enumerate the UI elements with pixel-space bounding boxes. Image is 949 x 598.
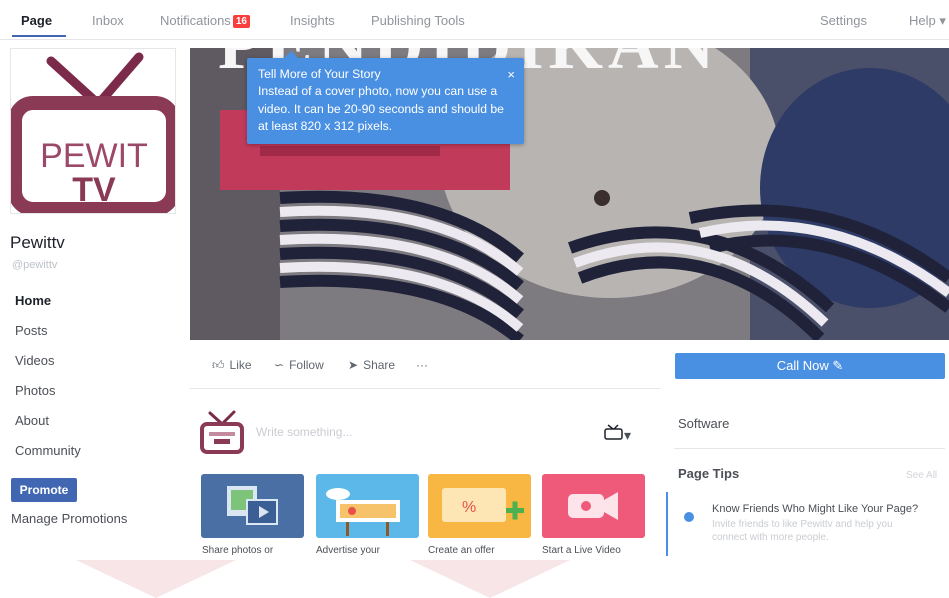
logo-text-bottom: TV xyxy=(72,171,116,209)
composer-input[interactable] xyxy=(256,424,576,440)
active-tab-indicator xyxy=(12,35,66,37)
percent-symbol: % xyxy=(462,499,476,516)
video-cover-tooltip: Tell More of Your Story Instead of a cov… xyxy=(247,51,524,144)
follow-button[interactable]: ∽ Follow xyxy=(274,358,324,372)
advertise-business-card[interactable] xyxy=(316,474,419,538)
card-label-advertise: Advertise your xyxy=(316,545,380,556)
create-offer-card[interactable]: % xyxy=(428,474,531,538)
help-menu[interactable]: Help ▾ xyxy=(909,13,946,29)
more-options-button[interactable]: ··· xyxy=(416,358,428,372)
notifications-badge: 16 xyxy=(232,15,250,28)
tip-invite-friends-body: Invite friends to like Pewittv and help … xyxy=(712,519,893,543)
sidebar-item-videos[interactable]: Videos xyxy=(15,353,55,368)
tip-bulb-icon xyxy=(684,512,694,522)
like-label: Like xyxy=(229,358,252,372)
page-username[interactable]: @pewittv xyxy=(12,259,57,271)
tv-mini-icon xyxy=(604,424,623,440)
billboard-icon xyxy=(316,474,419,538)
promote-button[interactable]: Promote xyxy=(11,478,77,502)
call-now-button[interactable]: Call Now ✎ xyxy=(675,353,945,379)
thumbs-up-icon: 👍︎ xyxy=(212,358,225,372)
tab-notifications[interactable]: Notifications 16 xyxy=(160,13,250,28)
page-category[interactable]: Software xyxy=(678,416,729,431)
tooltip-body: Instead of a cover photo, now you can us… xyxy=(258,84,504,133)
page-tips-title: Page Tips xyxy=(678,466,740,481)
see-all-link[interactable]: See All xyxy=(906,470,937,481)
tab-notifications-label: Notifications xyxy=(160,13,231,28)
live-video-card[interactable] xyxy=(542,474,645,538)
follow-label: Follow xyxy=(289,358,324,372)
like-button[interactable]: 👍︎ Like xyxy=(212,358,252,373)
offer-coupon-icon: % xyxy=(428,474,531,538)
card-label-share-photos: Share photos or xyxy=(202,545,274,556)
photo-video-icon xyxy=(201,474,304,538)
tooltip-title: Tell More of Your Story xyxy=(258,67,381,81)
decorative-fade xyxy=(410,560,570,598)
tip-invite-friends-title[interactable]: Know Friends Who Might Like Your Page? xyxy=(712,503,918,515)
sidebar-item-home[interactable]: Home xyxy=(15,293,51,308)
share-photos-card[interactable] xyxy=(201,474,304,538)
tab-insights[interactable]: Insights xyxy=(290,13,335,28)
card-label-offer: Create an offer xyxy=(428,545,495,556)
video-camera-icon xyxy=(542,474,645,538)
rss-icon: ∽ xyxy=(274,358,285,372)
page-name[interactable]: Pewittv xyxy=(10,233,65,253)
share-button[interactable]: ➤ Share xyxy=(348,358,395,372)
tab-publishing-tools[interactable]: Publishing Tools xyxy=(371,13,465,28)
sidebar-item-posts[interactable]: Posts xyxy=(15,323,48,338)
settings-link[interactable]: Settings xyxy=(820,13,867,28)
divider xyxy=(674,448,945,449)
share-arrow-icon: ➤ xyxy=(348,358,359,372)
sidebar-item-about[interactable]: About xyxy=(15,413,49,428)
tv-logo-icon: PEWIT TV xyxy=(11,52,175,213)
logo-text-top: PEWIT xyxy=(40,137,148,175)
post-as-page-selector[interactable]: ▾ xyxy=(604,424,631,444)
composer-page-avatar xyxy=(200,410,244,454)
sidebar-item-photos[interactable]: Photos xyxy=(15,383,55,398)
tooltip-arrow xyxy=(284,51,298,58)
sidebar-item-community[interactable]: Community xyxy=(15,443,81,458)
tip-highlight-bar xyxy=(666,492,668,556)
page-action-bar: 👍︎ Like ∽ Follow ➤ Share ··· xyxy=(190,341,660,389)
card-label-live-video: Start a Live Video xyxy=(542,545,621,556)
tab-page[interactable]: Page xyxy=(21,13,52,28)
tv-logo-small-icon xyxy=(200,410,244,454)
close-icon[interactable]: × xyxy=(507,66,515,83)
chevron-down-icon: ▾ xyxy=(624,427,632,443)
share-label: Share xyxy=(363,358,396,372)
profile-picture[interactable]: PEWIT TV xyxy=(10,48,176,214)
tab-inbox[interactable]: Inbox xyxy=(92,13,124,28)
decorative-fade xyxy=(76,560,236,598)
manage-promotions-link[interactable]: Manage Promotions xyxy=(11,511,127,526)
page-top-nav: Page Inbox Notifications 16 Insights Publ… xyxy=(0,0,949,40)
